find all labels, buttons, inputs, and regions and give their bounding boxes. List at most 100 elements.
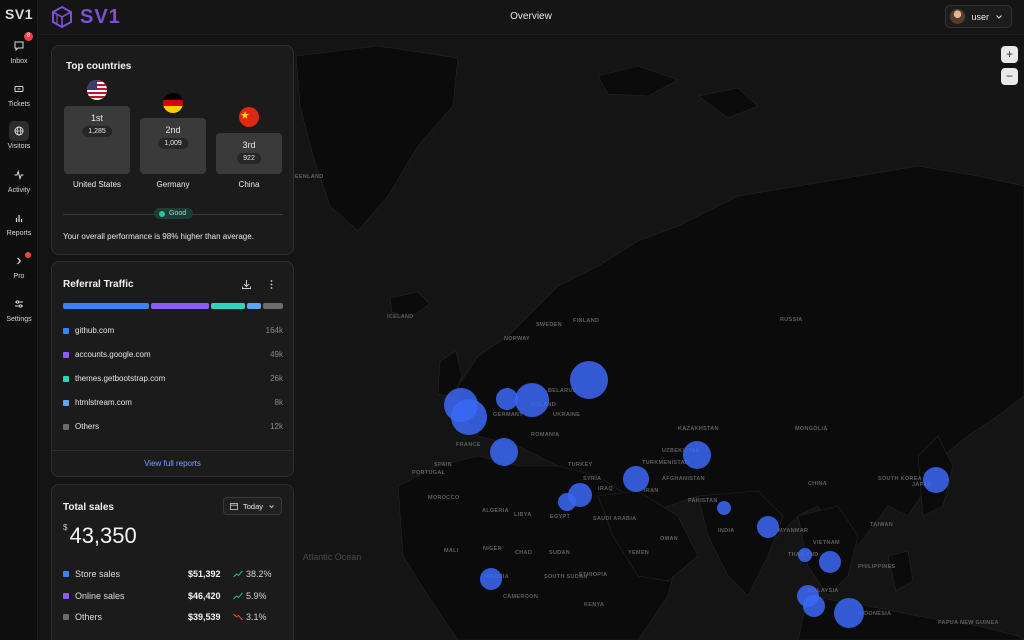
sidebar-item-visitors[interactable]: Visitors: [0, 121, 38, 150]
count-pill: 1,285: [82, 126, 112, 137]
source-value: 12k: [270, 422, 283, 431]
map-label: KENYA: [584, 602, 605, 608]
top-countries-card: Top countries 1st 1,285 United States 2n…: [51, 45, 294, 255]
visitor-bubble[interactable]: [798, 548, 812, 562]
visitor-bubble[interactable]: [451, 399, 487, 435]
bar-chart-icon: [9, 208, 29, 228]
map-label: NORWAY: [504, 336, 530, 342]
sidebar-item-label: Visitors: [7, 143, 31, 150]
visitor-bubble[interactable]: [923, 467, 949, 493]
sidebar-item-label: Tickets: [8, 101, 30, 108]
card-title: Top countries: [66, 61, 132, 72]
card-title: Total sales: [63, 502, 114, 513]
sidebar-logo[interactable]: SV1: [0, 6, 38, 22]
change-value: 5.9%: [246, 591, 267, 601]
referral-traffic-card: Referral Traffic github.com 164k account…: [51, 261, 294, 477]
visitor-bubble[interactable]: [834, 598, 864, 628]
list-item[interactable]: Others 12k: [63, 422, 283, 431]
map-label: FINLAND: [573, 318, 600, 324]
visitor-bubble[interactable]: [515, 383, 549, 417]
zoom-in-button[interactable]: +: [1001, 46, 1018, 63]
rank-label: 2nd: [165, 125, 181, 135]
ticket-icon: [9, 79, 29, 99]
sidebar-item-tickets[interactable]: Tickets: [0, 79, 38, 108]
change-value: 38.2%: [246, 569, 272, 579]
map-label: SYRIA: [583, 476, 602, 482]
sidebar-item-settings[interactable]: Settings: [0, 294, 38, 323]
legend-swatch: [63, 351, 69, 358]
map-label: ICELAND: [387, 314, 414, 320]
rank-label: 1st: [90, 113, 103, 123]
list-item[interactable]: htmlstream.com 8k: [63, 398, 283, 407]
source-name: github.com: [75, 326, 115, 335]
total-amount: 43,350: [69, 523, 137, 548]
source-value: 49k: [270, 350, 283, 359]
trend-down-icon: [233, 613, 243, 621]
source-name: themes.getbootstrap.com: [75, 374, 166, 383]
map-label: EGYPT: [550, 514, 571, 520]
legend-swatch: [63, 327, 69, 334]
legend-swatch: [63, 423, 69, 430]
sales-amount: $46,420: [188, 591, 221, 601]
page-title: Overview: [510, 11, 552, 22]
status-badge: Good: [154, 208, 194, 219]
activity-icon: [9, 165, 29, 185]
visitor-bubble[interactable]: [819, 551, 841, 573]
sales-row: Online sales $46,420 5.9%: [63, 591, 283, 601]
total-sales-card: Total sales Today $43,350 Store sales $5…: [51, 484, 294, 640]
map-label: INDIA: [718, 528, 735, 534]
visitor-bubble[interactable]: [623, 466, 649, 492]
map-label: ROMANIA: [531, 432, 560, 438]
list-item[interactable]: accounts.google.com 49k: [63, 350, 283, 359]
sidebar-item-pro[interactable]: Pro: [0, 251, 38, 280]
trend-up-icon: [233, 570, 243, 578]
map-label: PAPUA NEW GUINEA: [938, 620, 999, 626]
brand-name: SV1: [80, 5, 121, 28]
map-label: SWEDEN: [536, 322, 562, 328]
calendar-icon: [230, 503, 238, 510]
sidebar-item-reports[interactable]: Reports: [0, 208, 38, 237]
period-select[interactable]: Today: [222, 497, 282, 515]
download-icon[interactable]: [241, 279, 252, 290]
source-value: 8k: [274, 398, 283, 407]
visitor-bubble[interactable]: [683, 441, 711, 469]
zoom-out-button[interactable]: −: [1001, 68, 1018, 85]
visitor-bubble[interactable]: [570, 361, 608, 399]
currency-symbol: $: [63, 523, 68, 532]
sales-change: 38.2%: [233, 569, 272, 579]
visitor-bubble[interactable]: [480, 568, 502, 590]
source-value: 164k: [265, 326, 283, 335]
map-label: IRAQ: [598, 486, 613, 492]
visitor-bubble[interactable]: [558, 493, 576, 511]
list-item[interactable]: themes.getbootstrap.com 26k: [63, 374, 283, 383]
sidebar-item-label: Pro: [13, 273, 25, 280]
chevron-right-icon: [9, 251, 31, 271]
sidebar: SV1 8 Inbox Tickets Visitors Activity Re…: [0, 0, 38, 640]
china-flag-icon: [239, 107, 259, 127]
user-menu-button[interactable]: user: [945, 5, 1012, 28]
trend-up-icon: [233, 592, 243, 600]
chevron-down-icon: [996, 14, 1002, 19]
map-label: LIBYA: [514, 512, 532, 518]
source-name: accounts.google.com: [75, 350, 151, 359]
visitor-bubble[interactable]: [757, 516, 779, 538]
map-label: TAIWAN: [870, 522, 894, 528]
brand-logo[interactable]: SV1: [50, 4, 121, 30]
sidebar-item-inbox[interactable]: 8 Inbox: [0, 32, 38, 65]
more-vertical-icon[interactable]: [266, 279, 277, 290]
sales-amount: $51,392: [188, 569, 221, 579]
referral-bar-segment: [63, 303, 149, 309]
map-label: PHILIPPINES: [858, 564, 896, 570]
visitor-bubble[interactable]: [490, 438, 518, 466]
legend-swatch: [63, 375, 69, 382]
period-label: Today: [242, 501, 263, 511]
map-label: OMAN: [660, 536, 679, 542]
view-full-reports-link[interactable]: View full reports: [52, 450, 293, 476]
visitor-bubble[interactable]: [803, 595, 825, 617]
podium-first: 1st 1,285: [64, 106, 130, 174]
list-item[interactable]: github.com 164k: [63, 326, 283, 335]
visitor-bubble[interactable]: [717, 501, 731, 515]
sidebar-item-label: Inbox: [10, 58, 28, 65]
sidebar-item-activity[interactable]: Activity: [0, 165, 38, 194]
sales-amount: $39,539: [188, 612, 221, 622]
